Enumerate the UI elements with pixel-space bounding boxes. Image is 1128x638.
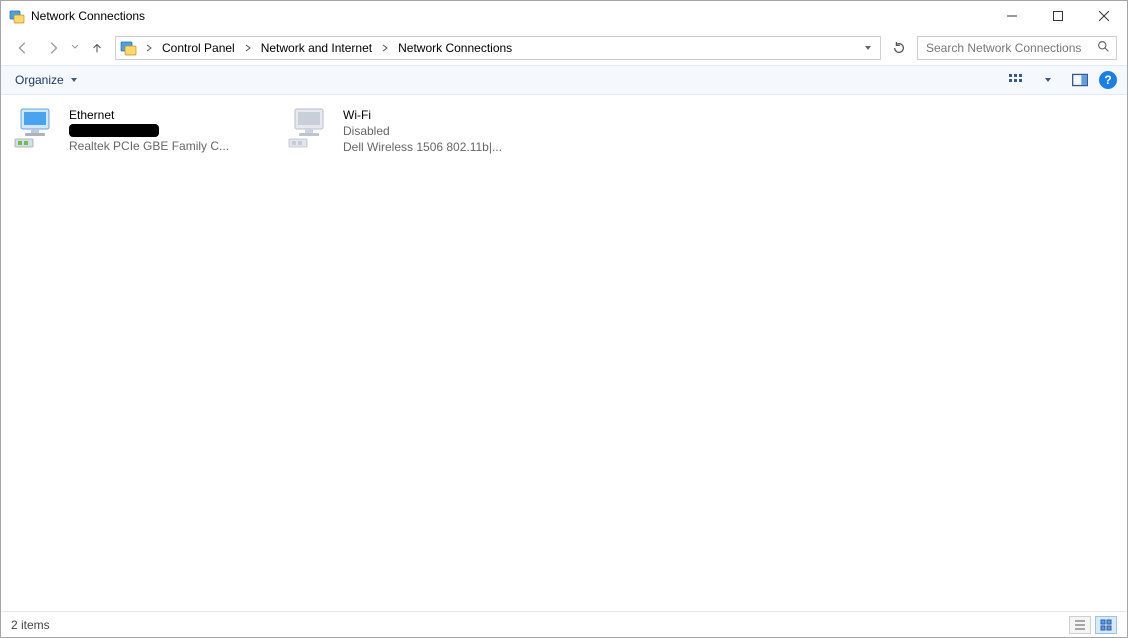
breadcrumb-network-and-internet[interactable]: Network and Internet xyxy=(259,41,374,55)
ethernet-adapter-icon xyxy=(13,107,61,149)
organize-label: Organize xyxy=(15,73,64,87)
preview-pane-button[interactable] xyxy=(1067,69,1093,91)
window-title: Network Connections xyxy=(31,9,145,23)
chevron-right-icon[interactable] xyxy=(378,44,392,52)
change-view-button[interactable] xyxy=(1003,69,1029,91)
address-bar[interactable]: Control Panel Network and Internet Netwo… xyxy=(115,36,881,60)
chevron-down-icon xyxy=(70,73,78,87)
forward-button[interactable] xyxy=(41,36,65,60)
item-count: 2 items xyxy=(11,618,50,632)
command-bar: Organize ? xyxy=(1,65,1127,95)
chevron-right-icon[interactable] xyxy=(142,44,156,52)
close-button[interactable] xyxy=(1081,1,1127,31)
breadcrumb-network-connections[interactable]: Network Connections xyxy=(396,41,514,55)
back-button[interactable] xyxy=(11,36,35,60)
search-input[interactable] xyxy=(924,40,1097,56)
up-button[interactable] xyxy=(85,36,109,60)
explorer-window: Network Connections xyxy=(0,0,1128,638)
network-connections-icon xyxy=(9,8,25,24)
adapter-name: Wi-Fi xyxy=(343,107,502,123)
adapter-status-redacted xyxy=(69,124,159,137)
minimize-button[interactable] xyxy=(989,1,1035,31)
help-icon: ? xyxy=(1104,73,1111,87)
adapter-hardware: Dell Wireless 1506 802.11b|... xyxy=(343,139,502,155)
view-options-dropdown[interactable] xyxy=(1035,69,1061,91)
view-mode-toggle xyxy=(1069,616,1117,634)
navigation-row: Control Panel Network and Internet Netwo… xyxy=(1,31,1127,65)
help-button[interactable]: ? xyxy=(1099,71,1117,89)
wifi-adapter-icon xyxy=(287,107,335,149)
search-box[interactable] xyxy=(917,36,1117,60)
adapter-hardware: Realtek PCIe GBE Family C... xyxy=(69,138,229,154)
address-history-dropdown[interactable] xyxy=(860,44,876,52)
details-view-button[interactable] xyxy=(1069,616,1091,634)
search-icon xyxy=(1097,40,1110,56)
breadcrumb-control-panel[interactable]: Control Panel xyxy=(160,41,237,55)
status-bar: 2 items xyxy=(1,611,1127,637)
title-bar: Network Connections xyxy=(1,1,1127,31)
adapter-item-ethernet[interactable]: Ethernet Realtek PCIe GBE Family C... xyxy=(13,107,263,154)
items-view[interactable]: Ethernet Realtek PCIe GBE Family C... Wi… xyxy=(1,95,1127,611)
chevron-right-icon[interactable] xyxy=(241,44,255,52)
adapter-item-wifi[interactable]: Wi-Fi Disabled Dell Wireless 1506 802.11… xyxy=(287,107,537,156)
tiles-view-button[interactable] xyxy=(1095,616,1117,634)
adapter-name: Ethernet xyxy=(69,107,229,123)
refresh-button[interactable] xyxy=(887,36,911,60)
maximize-button[interactable] xyxy=(1035,1,1081,31)
recent-locations-dropdown[interactable] xyxy=(71,43,79,53)
window-controls xyxy=(989,1,1127,31)
network-folder-icon xyxy=(120,39,138,57)
adapter-status: Disabled xyxy=(343,123,502,139)
organize-menu[interactable]: Organize xyxy=(11,71,82,89)
